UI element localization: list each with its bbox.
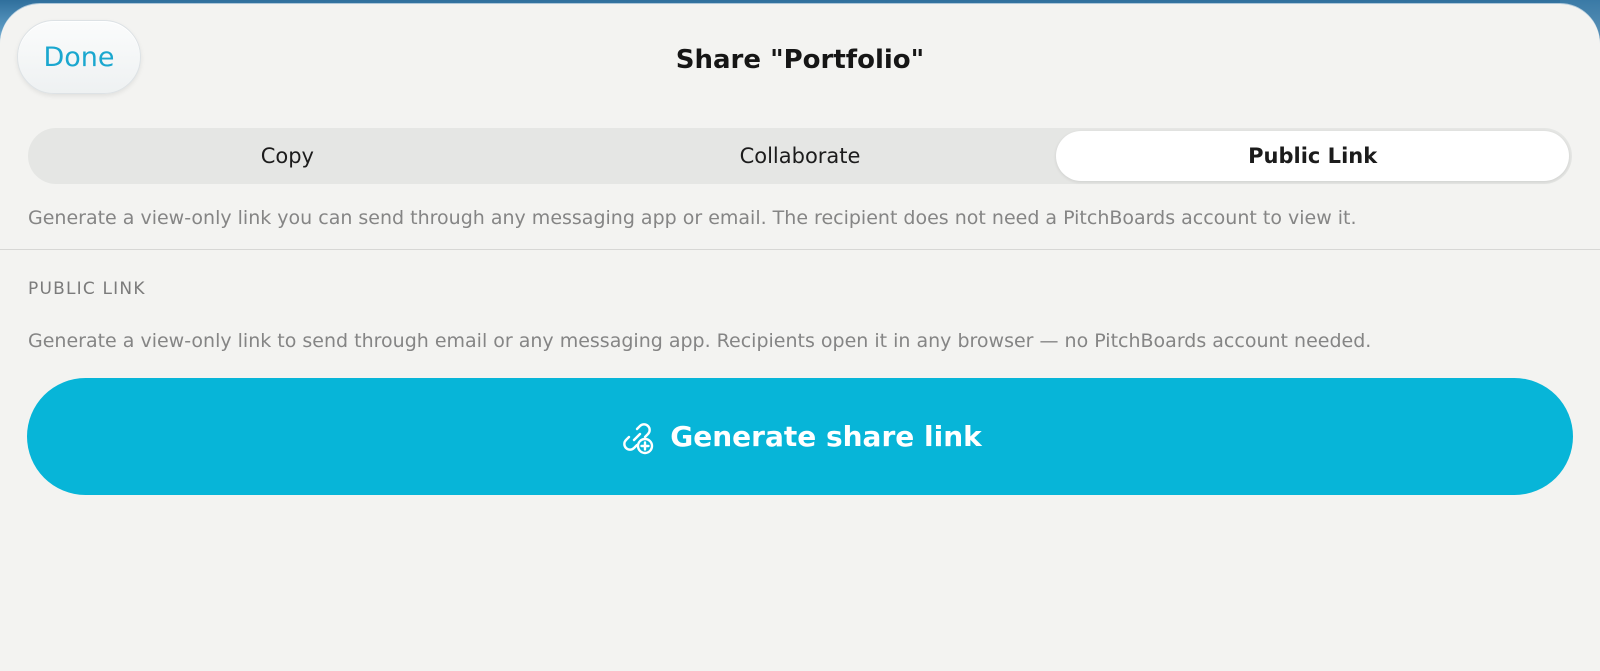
- generate-share-link-button[interactable]: Generate share link: [27, 378, 1573, 495]
- link-plus-icon: [618, 418, 656, 456]
- divider: [0, 249, 1600, 250]
- tab-public-link[interactable]: Public Link: [1056, 131, 1570, 181]
- generate-share-link-label: Generate share link: [670, 420, 982, 453]
- share-mode-segmented-control: Copy Collaborate Public Link: [28, 128, 1572, 184]
- public-link-section-description: Generate a view-only link to send throug…: [28, 330, 1372, 352]
- tab-copy[interactable]: Copy: [31, 131, 544, 181]
- mode-description: Generate a view-only link you can send t…: [28, 207, 1357, 229]
- tab-collaborate[interactable]: Collaborate: [544, 131, 1057, 181]
- share-sheet: Done Share "Portfolio" Copy Collaborate …: [0, 4, 1600, 671]
- sheet-title: Share "Portfolio": [675, 45, 925, 75]
- public-link-section-title: PUBLIC LINK: [28, 279, 146, 299]
